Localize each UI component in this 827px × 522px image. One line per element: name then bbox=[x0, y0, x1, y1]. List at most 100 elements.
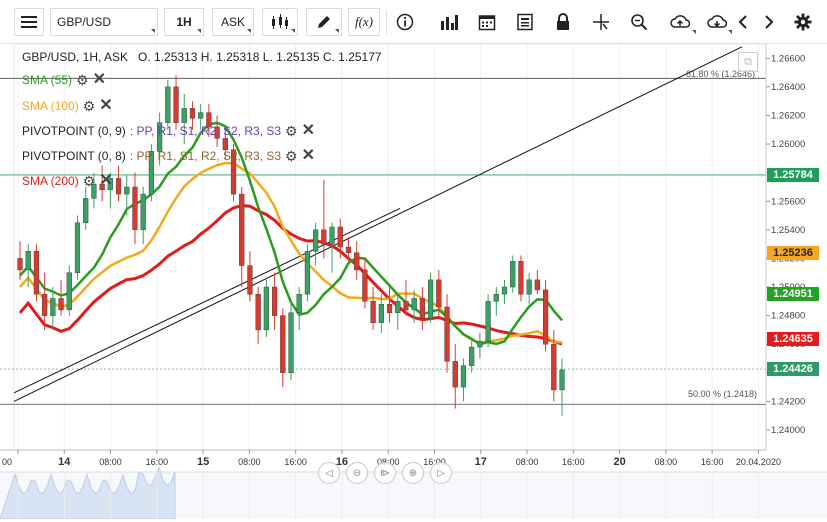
candle-body bbox=[551, 344, 557, 391]
time-tick-label: 16:00 bbox=[562, 457, 585, 467]
price-tick-label: 1.26200 bbox=[771, 110, 805, 121]
candle-body bbox=[362, 269, 368, 302]
close-icon[interactable]: ✕ bbox=[302, 123, 315, 139]
candle-body bbox=[542, 289, 549, 345]
upload-button[interactable] bbox=[662, 8, 698, 36]
candle-body bbox=[345, 246, 352, 253]
nav-right-icon[interactable]: ▷ bbox=[430, 462, 452, 484]
candle-body bbox=[17, 258, 23, 271]
dropdown-caret-icon bbox=[151, 29, 155, 33]
zoom-in-icon[interactable]: ⊕ bbox=[402, 462, 424, 484]
pivot2-items: : PP, R1, S1, R2, S2, R3, S3 bbox=[129, 149, 282, 163]
calendar-icon bbox=[478, 15, 496, 31]
grid-lines bbox=[13, 43, 767, 451]
legend-sma100[interactable]: SMA (100) ⚙ ✕ bbox=[22, 97, 113, 115]
candle-body bbox=[198, 112, 204, 119]
gear-icon bbox=[794, 13, 812, 31]
dropdown-caret-icon bbox=[291, 29, 295, 33]
candle-body bbox=[165, 86, 171, 123]
lock-icon bbox=[557, 13, 569, 30]
legend-pivot-1[interactable]: PIVOTPOINT (0, 9) : PP, R1, S1, R2, S2, … bbox=[22, 122, 315, 140]
price-tag: 1.24426 bbox=[767, 362, 819, 377]
dropdown-caret-icon bbox=[197, 29, 201, 33]
price-side-label: ASK bbox=[220, 15, 245, 29]
candle-body bbox=[288, 312, 294, 374]
chart-toolbar: GBP/USD 1H ASK f(x) bbox=[0, 0, 827, 44]
close-icon[interactable]: ✕ bbox=[99, 173, 112, 189]
info-button[interactable] bbox=[390, 8, 420, 36]
candle-body bbox=[83, 198, 89, 223]
scroll-left-button[interactable] bbox=[730, 8, 756, 36]
gear-icon[interactable]: ⚙ bbox=[76, 73, 89, 87]
lock-button[interactable] bbox=[548, 8, 578, 36]
chart-type-button[interactable] bbox=[262, 8, 298, 36]
price-tag: 1.24951 bbox=[767, 287, 819, 302]
time-tick-label: 20 bbox=[613, 456, 625, 468]
candle-body bbox=[140, 193, 146, 231]
pivot1-items: : PP, R1, S1, R2, S2, R3, S3 bbox=[129, 124, 282, 138]
pivot1-label: PIVOTPOINT (0, 9) bbox=[22, 124, 126, 138]
upload-icon bbox=[670, 15, 690, 28]
price-side-selector[interactable]: ASK bbox=[212, 8, 254, 36]
scroll-right-button[interactable] bbox=[756, 8, 782, 36]
candle-body bbox=[526, 279, 532, 295]
indicators-button[interactable]: f(x) bbox=[348, 8, 380, 36]
bars-icon bbox=[441, 15, 458, 30]
price-chart[interactable]: 1.266001.264001.262001.260001.258001.256… bbox=[0, 43, 827, 522]
legend-pivot-2[interactable]: PIVOTPOINT (0, 8) : PP, R1, S1, R2, S2, … bbox=[22, 147, 315, 165]
popout-icon[interactable]: ⧉ bbox=[738, 52, 758, 72]
time-tick-label: 16:00 bbox=[701, 457, 724, 467]
settings-button[interactable] bbox=[788, 8, 818, 36]
chart-area[interactable]: 1.266001.264001.262001.260001.258001.256… bbox=[0, 43, 827, 522]
legend-sma200[interactable]: SMA (200) ⚙ ✕ bbox=[22, 172, 113, 190]
drawing-tools-button[interactable] bbox=[306, 8, 342, 36]
price-tick-label: 1.24200 bbox=[771, 396, 805, 407]
calendar-button[interactable] bbox=[472, 8, 502, 36]
crosshair-button[interactable] bbox=[586, 8, 616, 36]
candle-body bbox=[124, 186, 130, 195]
gear-icon[interactable]: ⚙ bbox=[83, 174, 96, 188]
gear-icon[interactable]: ⚙ bbox=[285, 149, 298, 163]
dropdown-caret-icon bbox=[247, 29, 251, 33]
reset-view-icon[interactable]: ⧐ bbox=[374, 462, 396, 484]
candle-body bbox=[518, 261, 524, 295]
candle-body bbox=[321, 229, 327, 245]
sma55-label: SMA (55) bbox=[22, 73, 73, 87]
price-tick-label: 1.26400 bbox=[771, 82, 805, 93]
close-icon[interactable]: ✕ bbox=[302, 148, 315, 164]
price-tick-label: 1.25600 bbox=[771, 196, 805, 207]
candles-icon bbox=[272, 14, 288, 29]
candle-body bbox=[189, 108, 196, 119]
zoom-out-icon[interactable]: ⊖ bbox=[346, 462, 368, 484]
candle-body bbox=[263, 286, 269, 331]
interval-selector[interactable]: 1H bbox=[164, 8, 204, 36]
gear-icon[interactable]: ⚙ bbox=[83, 99, 96, 113]
volume-button[interactable] bbox=[434, 8, 464, 36]
candle bbox=[428, 272, 434, 323]
candle-body bbox=[33, 251, 40, 295]
time-tick-label: 15 bbox=[197, 456, 209, 468]
candle-body bbox=[329, 226, 335, 245]
chevron-left-icon bbox=[738, 15, 747, 29]
gear-icon[interactable]: ⚙ bbox=[285, 124, 298, 138]
zoom-button[interactable] bbox=[624, 8, 654, 36]
info-icon bbox=[396, 13, 414, 31]
legend-sma55[interactable]: SMA (55) ⚙ ✕ bbox=[22, 71, 106, 89]
candle bbox=[304, 244, 311, 302]
ohlc-readout: GBP/USD, 1H, ASK O. 1.25313 H. 1.25318 L… bbox=[22, 50, 382, 64]
close-icon[interactable]: ✕ bbox=[99, 98, 112, 114]
news-button[interactable] bbox=[510, 8, 540, 36]
download-button[interactable] bbox=[700, 8, 734, 36]
sma100-label: SMA (100) bbox=[22, 99, 79, 113]
menu-button[interactable] bbox=[14, 8, 44, 36]
candle bbox=[33, 244, 40, 302]
candle-body bbox=[239, 193, 245, 266]
toolbar-divider bbox=[386, 10, 387, 34]
candle-body bbox=[469, 346, 475, 366]
plot-frame bbox=[13, 43, 767, 451]
close-icon[interactable]: ✕ bbox=[93, 72, 106, 88]
candle-body bbox=[58, 298, 64, 311]
nav-left-icon[interactable]: ◁ bbox=[318, 462, 340, 484]
symbol-selector[interactable]: GBP/USD bbox=[50, 8, 158, 36]
candle bbox=[263, 279, 269, 338]
